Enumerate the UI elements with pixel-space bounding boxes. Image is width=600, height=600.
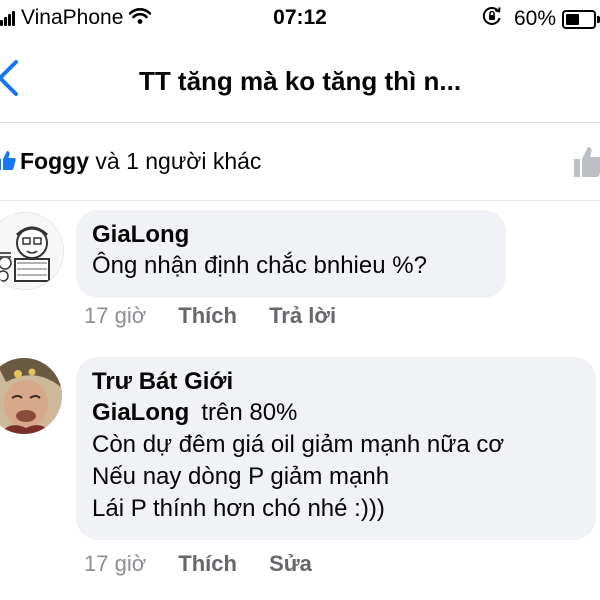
avatar[interactable] (0, 358, 62, 434)
reply-button[interactable]: Trả lời (269, 303, 336, 329)
nav-bar: TT tăng mà ko tăng thì n... (0, 40, 600, 123)
reactions-row[interactable]: Foggy và 1 người khác (0, 123, 600, 201)
like-icon (0, 148, 16, 177)
status-right-group: 60% (482, 6, 600, 32)
comment-author[interactable]: GiaLong (92, 220, 490, 250)
screen: VinaPhone 07:12 60% TT tăng mà ko tăng t… (0, 0, 600, 600)
comment-text: Ông nhận định chắc bnhieu %? (92, 252, 427, 279)
comment-author[interactable]: Trư Bát Giới (92, 367, 580, 397)
avatar[interactable] (0, 212, 64, 290)
page-title: TT tăng mà ko tăng thì n... (138, 66, 462, 96)
cartoon-avatar-icon (0, 213, 63, 289)
reactions-summary: Foggy và 1 người khác (20, 148, 261, 175)
comment-meta: 17 giờ Thích Sửa (84, 551, 338, 577)
comment-time: 17 giờ (84, 303, 147, 328)
mention-link[interactable]: GiaLong (92, 399, 189, 426)
orientation-lock-icon (482, 6, 502, 32)
reactors-rest: và 1 người khác (95, 148, 262, 174)
status-bar: VinaPhone 07:12 60% (0, 0, 600, 38)
thumbs-up-icon[interactable] (572, 143, 600, 184)
comment-text: Nếu nay dòng P giảm mạnh (92, 463, 390, 490)
edit-button[interactable]: Sửa (269, 551, 312, 577)
reactor-name: Foggy (20, 148, 89, 174)
comment-text: Còn dự đêm giá oil giảm mạnh nữa cơ (92, 431, 505, 458)
comment-bubble[interactable]: Trư Bát Giới GiaLong trên 80% Còn dự đêm … (76, 357, 596, 540)
like-button[interactable]: Thích (178, 303, 237, 329)
comment-time: 17 giờ (84, 551, 147, 576)
photo-avatar-icon (0, 358, 62, 434)
comment-meta: 17 giờ Thích Trả lời (84, 303, 362, 329)
battery-fill (566, 13, 579, 25)
comment-first-line: GiaLong trên 80% (92, 397, 580, 429)
comment-bubble[interactable]: GiaLong Ông nhận định chắc bnhieu %? (76, 210, 506, 298)
comment-text: trên 80% (201, 399, 298, 426)
battery-icon (562, 9, 600, 29)
battery-percent: 60% (513, 7, 556, 30)
comment-text: Lái P thính hơn chó nhé :))) (92, 495, 385, 522)
like-button[interactable]: Thích (178, 551, 237, 577)
